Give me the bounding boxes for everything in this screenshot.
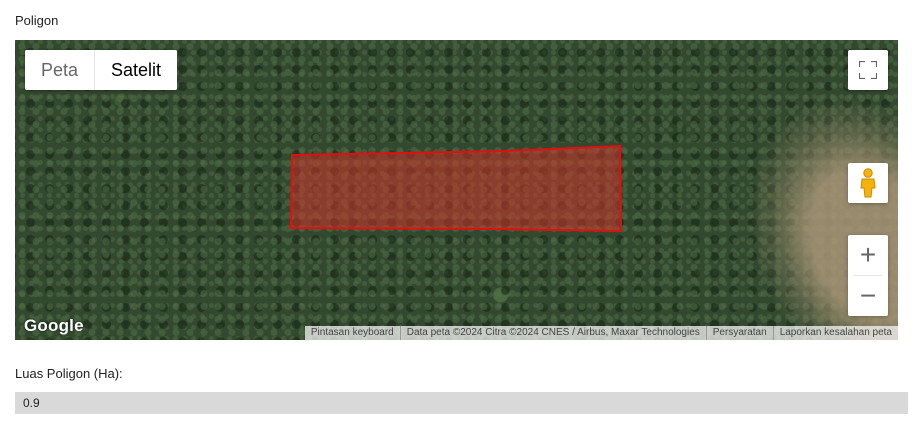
area-label: Luas Poligon (Ha): — [15, 366, 123, 381]
keyboard-shortcuts-link[interactable]: Pintasan keyboard — [305, 326, 400, 340]
zoom-out-button[interactable]: − — [848, 276, 888, 316]
zoom-control: + − — [848, 235, 888, 316]
terms-link[interactable]: Persyaratan — [705, 326, 773, 340]
field-polygon[interactable] — [289, 144, 623, 233]
map-type-peta-button[interactable]: Peta — [25, 50, 95, 90]
polygon-section-label: Poligon — [15, 13, 59, 28]
google-logo: Google — [24, 316, 84, 335]
map-type-control: Peta Satelit — [25, 50, 178, 90]
street-view-button[interactable] — [848, 163, 888, 203]
map-canvas[interactable]: Peta Satelit + − Google Pintasan keyboar… — [15, 40, 898, 340]
zoom-in-button[interactable]: + — [848, 235, 888, 275]
report-error-link[interactable]: Laporkan kesalahan peta — [772, 326, 898, 340]
pegman-icon — [860, 168, 876, 198]
area-value-field: 0.9 — [15, 392, 908, 414]
map-attribution: Pintasan keyboard Data peta ©2024 Citra … — [304, 326, 898, 340]
map-data-credit: Data peta ©2024 Citra ©2024 CNES / Airbu… — [399, 326, 706, 340]
fullscreen-button[interactable] — [848, 50, 888, 90]
fullscreen-icon — [859, 61, 877, 79]
map-type-satelit-button[interactable]: Satelit — [94, 50, 178, 90]
